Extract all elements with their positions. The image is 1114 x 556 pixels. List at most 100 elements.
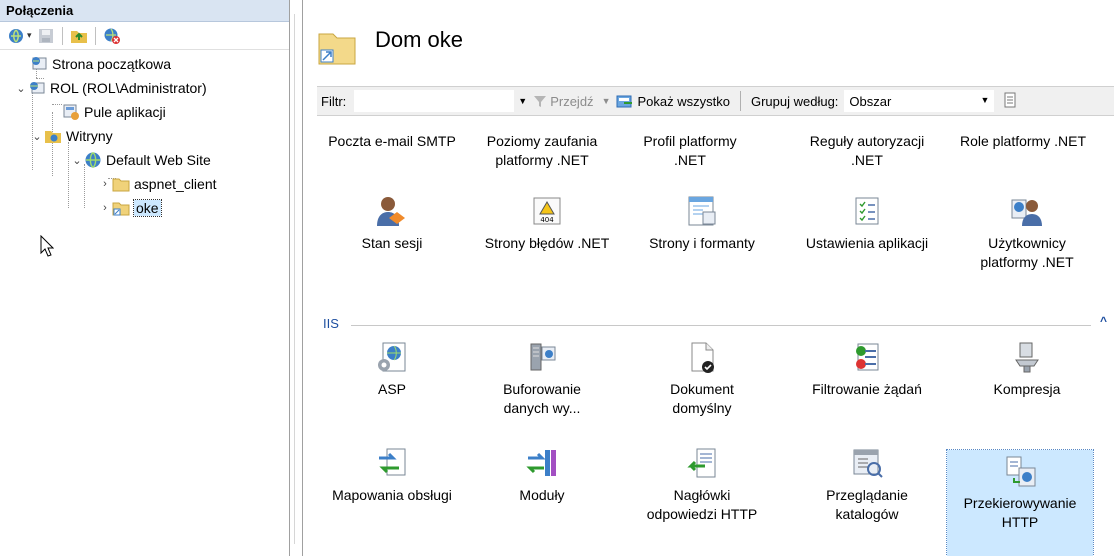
feature-modules[interactable]: Moduły: [467, 446, 617, 505]
net-users-icon: [1010, 194, 1044, 228]
connect-dropdown-icon[interactable]: ▾: [27, 30, 32, 41]
feature-session-state[interactable]: Stan sesji: [317, 194, 467, 253]
feature-net-authorization-rules[interactable]: Reguły autoryzacji .NET: [787, 132, 947, 170]
folder-up-icon[interactable]: [69, 26, 89, 46]
feature-label: Strony błędów .NET: [484, 235, 610, 251]
filter-label: Filtr:: [321, 93, 347, 109]
feature-smtp-email[interactable]: Poczta e-mail SMTP: [317, 132, 467, 151]
toolbar-divider: [61, 26, 63, 45]
feature-net-error-pages[interactable]: 404 Strony błędów .NET: [467, 194, 627, 253]
tree-item-label: ROL (ROL\Administrator): [50, 80, 207, 96]
feature-label: Przekierowywanie HTTP: [963, 495, 1077, 530]
tree-item-default-web-site[interactable]: ⌄ Default Web Site: [70, 148, 211, 172]
go-button[interactable]: Przejdź: [533, 93, 594, 109]
tree-item-label: oke: [133, 199, 162, 217]
feature-label: Buforowanie danych wy...: [503, 381, 581, 416]
feature-handler-mappings[interactable]: Mapowania obsługi: [317, 446, 467, 505]
filter-input[interactable]: [354, 90, 515, 112]
feature-label: Reguły autoryzacji .NET: [809, 133, 925, 168]
group-by-select[interactable]: Obszar ▼: [844, 90, 995, 112]
disconnect-icon[interactable]: [102, 26, 122, 46]
group-header-iis: IIS ^: [317, 314, 1114, 336]
feature-compression[interactable]: Kompresja: [947, 340, 1107, 399]
feature-label: Stan sesji: [361, 235, 423, 251]
chevron-down-icon[interactable]: ⌄: [14, 82, 28, 95]
pages-controls-icon: [685, 194, 719, 228]
tree-item-label: Witryny: [66, 128, 113, 144]
feature-output-caching[interactable]: Buforowanie danych wy...: [467, 340, 617, 418]
feature-label: ASP: [377, 381, 406, 397]
feature-http-response-headers[interactable]: Nagłówki odpowiedzi HTTP: [627, 446, 777, 524]
page-header: Dom oke: [303, 0, 1114, 84]
feature-net-trust-levels[interactable]: Poziomy zaufania platformy .NET: [467, 132, 617, 170]
panel-splitter[interactable]: [290, 0, 299, 556]
filter-bar: Filtr: ▼ Przejdź ▼ Pokaż wszystko Grupuj…: [317, 86, 1114, 116]
go-label: Przejdź: [550, 93, 594, 109]
handler-mappings-icon: [375, 446, 409, 480]
filter-dropdown-icon[interactable]: ▼: [518, 96, 527, 106]
start-page-icon: [30, 55, 48, 73]
feature-request-filtering[interactable]: Filtrowanie żądań: [787, 340, 947, 399]
app-folder-icon: [112, 199, 130, 217]
feature-asp[interactable]: ASP: [317, 340, 467, 399]
tree-item-oke[interactable]: › oke: [98, 196, 162, 220]
session-state-icon: [375, 194, 409, 228]
feature-label: Dokument domyślny: [670, 381, 734, 416]
feature-label: Ustawienia aplikacji: [805, 235, 929, 251]
chevron-down-icon[interactable]: ⌄: [30, 130, 44, 143]
folder-icon: [112, 175, 130, 193]
group-divider: [351, 325, 1091, 326]
feature-label: Przeglądanie katalogów: [826, 487, 908, 522]
app-pools-icon: [62, 103, 80, 121]
save-icon: [36, 26, 56, 46]
feature-label: Kompresja: [993, 381, 1061, 397]
feature-net-profile[interactable]: Profil platformy .NET: [625, 132, 755, 170]
output-caching-icon: [525, 340, 559, 374]
connections-panel: Połączenia ▾ Strona początkowa ⌄ ROL (RO…: [0, 0, 290, 556]
feature-label: Poziomy zaufania platformy .NET: [486, 133, 598, 168]
feature-label: Role platformy .NET: [959, 133, 1087, 149]
group-by-label: Grupuj według:: [750, 93, 839, 109]
filter-divider: [739, 91, 741, 111]
feature-label: Nagłówki odpowiedzi HTTP: [646, 487, 758, 522]
asp-icon: [375, 340, 409, 374]
tree-item-app-pools[interactable]: Pule aplikacji: [62, 100, 166, 124]
feature-label: Użytkownicy platformy .NET: [980, 235, 1074, 270]
svg-text:404: 404: [540, 216, 554, 224]
show-all-button[interactable]: Pokaż wszystko: [616, 93, 730, 109]
show-all-icon: [616, 95, 633, 108]
feature-directory-browsing[interactable]: Przeglądanie katalogów: [787, 446, 947, 524]
tree-item-label: Default Web Site: [106, 152, 211, 168]
connections-header: Połączenia: [0, 0, 289, 22]
feature-label: Poczta e-mail SMTP: [328, 133, 456, 149]
chevron-up-icon[interactable]: ^: [1100, 314, 1107, 328]
toolbar-divider: [94, 26, 96, 45]
feature-label: Profil platformy .NET: [643, 133, 737, 168]
features-panel: Dom oke Filtr: ▼ Przejdź ▼ Pokaż wszystk…: [302, 0, 1114, 556]
go-dropdown-icon[interactable]: ▼: [602, 96, 611, 106]
tree-item-sites[interactable]: ⌄ Witryny: [30, 124, 113, 148]
tree-item-aspnet-client[interactable]: › aspnet_client: [98, 172, 216, 196]
feature-default-document[interactable]: Dokument domyślny: [627, 340, 777, 418]
feature-app-settings[interactable]: Ustawienia aplikacji: [787, 194, 947, 253]
sites-folder-icon: [44, 127, 62, 145]
globe-icon: [84, 151, 102, 169]
show-all-label: Pokaż wszystko: [637, 93, 730, 109]
feature-pages-controls[interactable]: Strony i formanty: [627, 194, 777, 253]
server-icon: [28, 79, 46, 97]
connect-icon[interactable]: [6, 26, 26, 46]
group-by-value: Obszar: [849, 94, 892, 109]
feature-net-roles[interactable]: Role platformy .NET: [943, 132, 1103, 151]
mouse-pointer-icon: [40, 234, 55, 260]
chevron-down-icon[interactable]: ⌄: [70, 154, 84, 167]
page-title: Dom oke: [375, 27, 464, 52]
tree-item-server[interactable]: ⌄ ROL (ROL\Administrator): [14, 76, 207, 100]
tree-item-start-page[interactable]: Strona początkowa: [30, 52, 171, 76]
feature-net-users[interactable]: Użytkownicy platformy .NET: [947, 194, 1107, 272]
group-label: IIS: [323, 316, 339, 331]
view-mode-icon[interactable]: [1004, 92, 1016, 111]
chevron-right-icon[interactable]: ›: [98, 202, 112, 214]
chevron-right-icon[interactable]: ›: [98, 178, 112, 190]
app-folder-icon: [317, 26, 357, 66]
feature-http-redirect[interactable]: Przekierowywanie HTTP: [946, 449, 1094, 556]
